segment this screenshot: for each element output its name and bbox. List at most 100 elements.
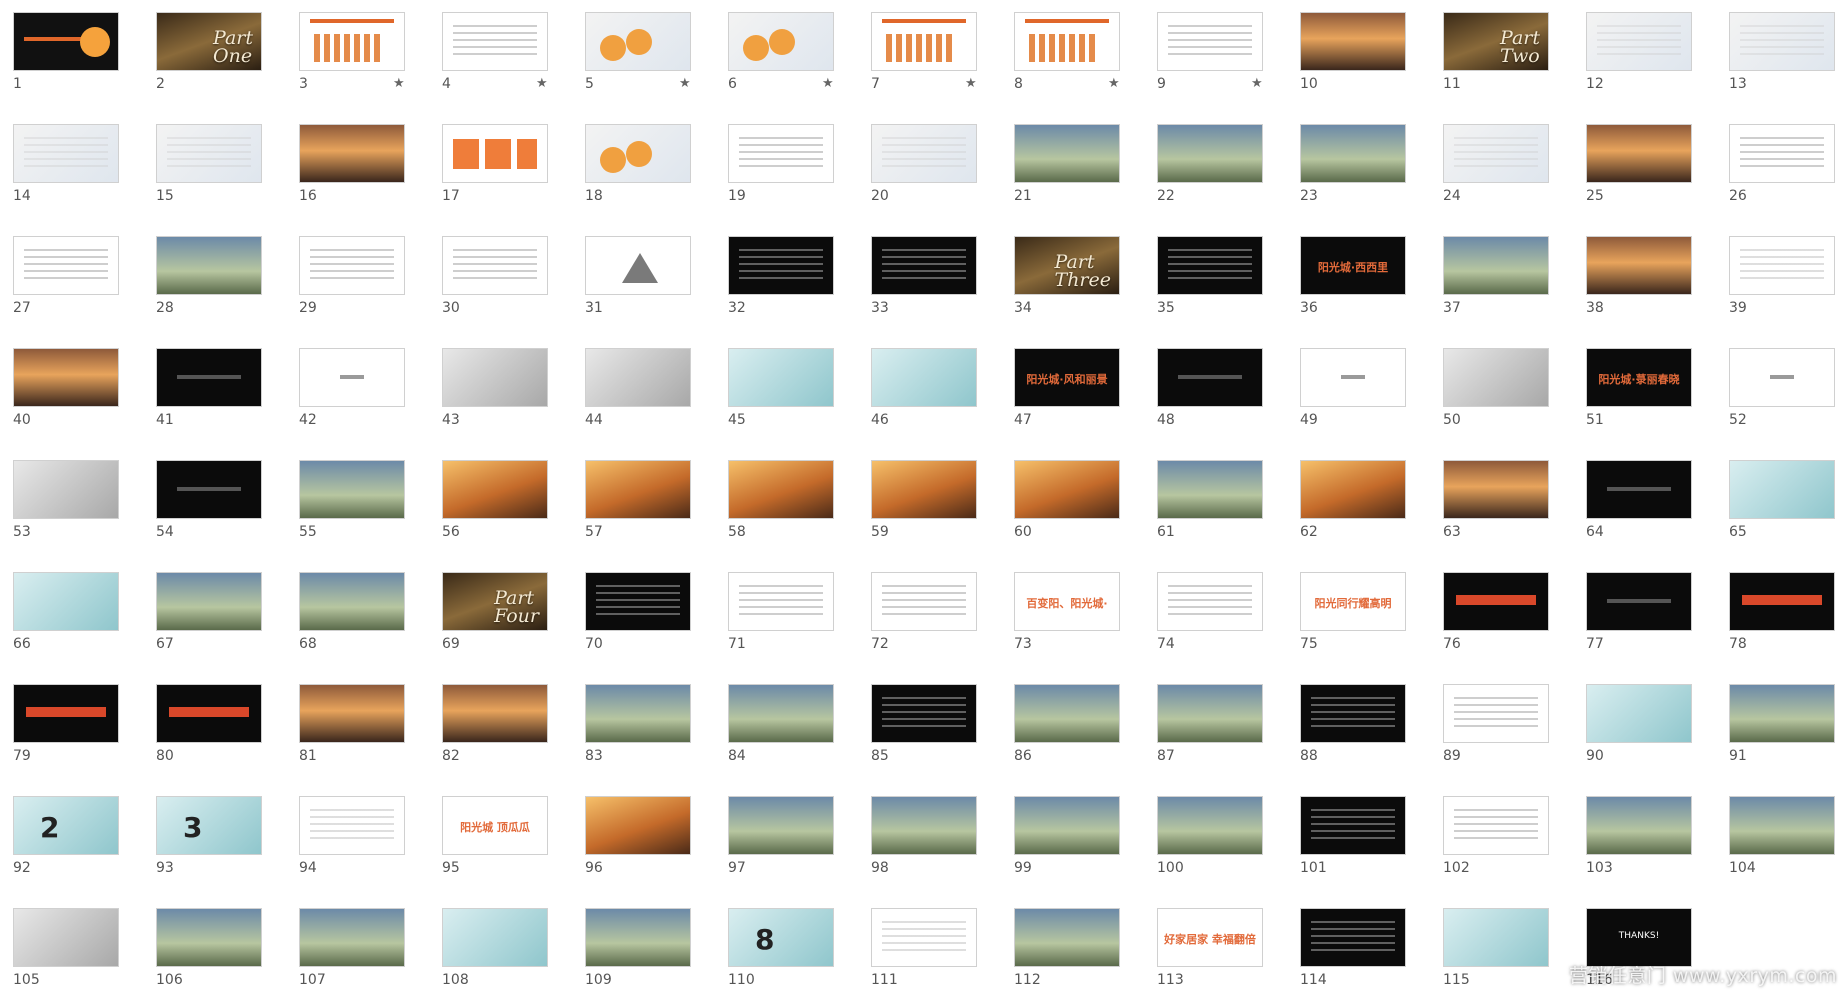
slide-thumbnail-65[interactable]: 65 bbox=[1716, 448, 1845, 548]
slide-thumbnail-51[interactable]: 阳光城·菉丽春晓 51 bbox=[1573, 336, 1703, 436]
slide-thumbnail-108[interactable]: 108 bbox=[429, 896, 559, 996]
slide-thumbnail-8[interactable]: 8 ★ bbox=[1001, 0, 1131, 100]
slide-thumbnail-53[interactable]: 53 bbox=[0, 448, 130, 548]
slide-thumbnail-97[interactable]: 97 bbox=[715, 784, 845, 884]
slide-thumbnail-12[interactable]: 12 bbox=[1573, 0, 1703, 100]
slide-thumbnail-32[interactable]: 32 bbox=[715, 224, 845, 324]
slide-thumbnail-89[interactable]: 89 bbox=[1430, 672, 1560, 772]
slide-thumbnail-10[interactable]: 10 bbox=[1287, 0, 1417, 100]
slide-thumbnail-33[interactable]: 33 bbox=[858, 224, 988, 324]
slide-thumbnail-112[interactable]: 112 bbox=[1001, 896, 1131, 996]
slide-thumbnail-60[interactable]: 60 bbox=[1001, 448, 1131, 548]
slide-thumbnail-104[interactable]: 104 bbox=[1716, 784, 1845, 884]
slide-thumbnail-6[interactable]: 6 ★ bbox=[715, 0, 845, 100]
slide-thumbnail-91[interactable]: 91 bbox=[1716, 672, 1845, 772]
slide-thumbnail-82[interactable]: 82 bbox=[429, 672, 559, 772]
slide-thumbnail-13[interactable]: 13 bbox=[1716, 0, 1845, 100]
slide-thumbnail-2[interactable]: Part One 2 bbox=[143, 0, 273, 100]
slide-thumbnail-63[interactable]: 63 bbox=[1430, 448, 1560, 548]
slide-thumbnail-9[interactable]: 9 ★ bbox=[1144, 0, 1274, 100]
slide-thumbnail-94[interactable]: 94 bbox=[286, 784, 416, 884]
slide-thumbnail-44[interactable]: 44 bbox=[572, 336, 702, 436]
slide-thumbnail-88[interactable]: 88 bbox=[1287, 672, 1417, 772]
slide-thumbnail-28[interactable]: 28 bbox=[143, 224, 273, 324]
slide-thumbnail-109[interactable]: 109 bbox=[572, 896, 702, 996]
slide-thumbnail-76[interactable]: 76 bbox=[1430, 560, 1560, 660]
slide-thumbnail-41[interactable]: 41 bbox=[143, 336, 273, 436]
slide-thumbnail-48[interactable]: 48 bbox=[1144, 336, 1274, 436]
slide-thumbnail-58[interactable]: 58 bbox=[715, 448, 845, 548]
slide-thumbnail-35[interactable]: 35 bbox=[1144, 224, 1274, 324]
slide-thumbnail-49[interactable]: 49 bbox=[1287, 336, 1417, 436]
slide-thumbnail-24[interactable]: 24 bbox=[1430, 112, 1560, 212]
slide-thumbnail-69[interactable]: Part Four 69 bbox=[429, 560, 559, 660]
slide-thumbnail-80[interactable]: 80 bbox=[143, 672, 273, 772]
slide-thumbnail-56[interactable]: 56 bbox=[429, 448, 559, 548]
slide-thumbnail-75[interactable]: 阳光同行耀高明 75 bbox=[1287, 560, 1417, 660]
slide-thumbnail-54[interactable]: 54 bbox=[143, 448, 273, 548]
slide-thumbnail-110[interactable]: 8 110 bbox=[715, 896, 845, 996]
slide-thumbnail-16[interactable]: 16 bbox=[286, 112, 416, 212]
slide-thumbnail-46[interactable]: 46 bbox=[858, 336, 988, 436]
slide-thumbnail-103[interactable]: 103 bbox=[1573, 784, 1703, 884]
slide-thumbnail-15[interactable]: 15 bbox=[143, 112, 273, 212]
slide-thumbnail-50[interactable]: 50 bbox=[1430, 336, 1560, 436]
slide-thumbnail-40[interactable]: 40 bbox=[0, 336, 130, 436]
slide-thumbnail-27[interactable]: 27 bbox=[0, 224, 130, 324]
slide-thumbnail-81[interactable]: 81 bbox=[286, 672, 416, 772]
slide-thumbnail-74[interactable]: 74 bbox=[1144, 560, 1274, 660]
slide-thumbnail-61[interactable]: 61 bbox=[1144, 448, 1274, 548]
slide-thumbnail-79[interactable]: 79 bbox=[0, 672, 130, 772]
slide-thumbnail-86[interactable]: 86 bbox=[1001, 672, 1131, 772]
slide-thumbnail-113[interactable]: 好家居家 幸福翻倍 113 bbox=[1144, 896, 1274, 996]
slide-thumbnail-92[interactable]: 2 92 bbox=[0, 784, 130, 884]
slide-thumbnail-36[interactable]: 阳光城·西西里 36 bbox=[1287, 224, 1417, 324]
slide-thumbnail-70[interactable]: 70 bbox=[572, 560, 702, 660]
slide-thumbnail-42[interactable]: 42 bbox=[286, 336, 416, 436]
slide-thumbnail-87[interactable]: 87 bbox=[1144, 672, 1274, 772]
slide-thumbnail-114[interactable]: 114 bbox=[1287, 896, 1417, 996]
slide-thumbnail-102[interactable]: 102 bbox=[1430, 784, 1560, 884]
slide-thumbnail-19[interactable]: 19 bbox=[715, 112, 845, 212]
slide-thumbnail-52[interactable]: 52 bbox=[1716, 336, 1845, 436]
slide-thumbnail-90[interactable]: 90 bbox=[1573, 672, 1703, 772]
slide-thumbnail-64[interactable]: 64 bbox=[1573, 448, 1703, 548]
slide-thumbnail-77[interactable]: 77 bbox=[1573, 560, 1703, 660]
slide-thumbnail-115[interactable]: 115 bbox=[1430, 896, 1560, 996]
slide-thumbnail-38[interactable]: 38 bbox=[1573, 224, 1703, 324]
slide-thumbnail-78[interactable]: 78 bbox=[1716, 560, 1845, 660]
slide-thumbnail-25[interactable]: 25 bbox=[1573, 112, 1703, 212]
slide-thumbnail-106[interactable]: 106 bbox=[143, 896, 273, 996]
slide-thumbnail-7[interactable]: 7 ★ bbox=[858, 0, 988, 100]
slide-thumbnail-29[interactable]: 29 bbox=[286, 224, 416, 324]
slide-thumbnail-11[interactable]: Part Two 11 bbox=[1430, 0, 1560, 100]
slide-thumbnail-21[interactable]: 21 bbox=[1001, 112, 1131, 212]
slide-thumbnail-101[interactable]: 101 bbox=[1287, 784, 1417, 884]
slide-thumbnail-31[interactable]: 31 bbox=[572, 224, 702, 324]
slide-thumbnail-57[interactable]: 57 bbox=[572, 448, 702, 548]
slide-thumbnail-37[interactable]: 37 bbox=[1430, 224, 1560, 324]
slide-thumbnail-98[interactable]: 98 bbox=[858, 784, 988, 884]
slide-thumbnail-43[interactable]: 43 bbox=[429, 336, 559, 436]
slide-thumbnail-72[interactable]: 72 bbox=[858, 560, 988, 660]
slide-thumbnail-1[interactable]: 1 bbox=[0, 0, 130, 100]
slide-thumbnail-30[interactable]: 30 bbox=[429, 224, 559, 324]
slide-thumbnail-66[interactable]: 66 bbox=[0, 560, 130, 660]
slide-thumbnail-3[interactable]: 3 ★ bbox=[286, 0, 416, 100]
slide-thumbnail-111[interactable]: 111 bbox=[858, 896, 988, 996]
slide-thumbnail-39[interactable]: 39 bbox=[1716, 224, 1845, 324]
slide-thumbnail-59[interactable]: 59 bbox=[858, 448, 988, 548]
slide-thumbnail-100[interactable]: 100 bbox=[1144, 784, 1274, 884]
slide-thumbnail-20[interactable]: 20 bbox=[858, 112, 988, 212]
slide-thumbnail-95[interactable]: 阳光城 顶瓜瓜 95 bbox=[429, 784, 559, 884]
slide-thumbnail-23[interactable]: 23 bbox=[1287, 112, 1417, 212]
slide-thumbnail-55[interactable]: 55 bbox=[286, 448, 416, 548]
slide-thumbnail-17[interactable]: 17 bbox=[429, 112, 559, 212]
slide-thumbnail-5[interactable]: 5 ★ bbox=[572, 0, 702, 100]
slide-thumbnail-107[interactable]: 107 bbox=[286, 896, 416, 996]
slide-thumbnail-83[interactable]: 83 bbox=[572, 672, 702, 772]
slide-thumbnail-68[interactable]: 68 bbox=[286, 560, 416, 660]
slide-thumbnail-96[interactable]: 96 bbox=[572, 784, 702, 884]
slide-thumbnail-93[interactable]: 3 93 bbox=[143, 784, 273, 884]
slide-thumbnail-67[interactable]: 67 bbox=[143, 560, 273, 660]
